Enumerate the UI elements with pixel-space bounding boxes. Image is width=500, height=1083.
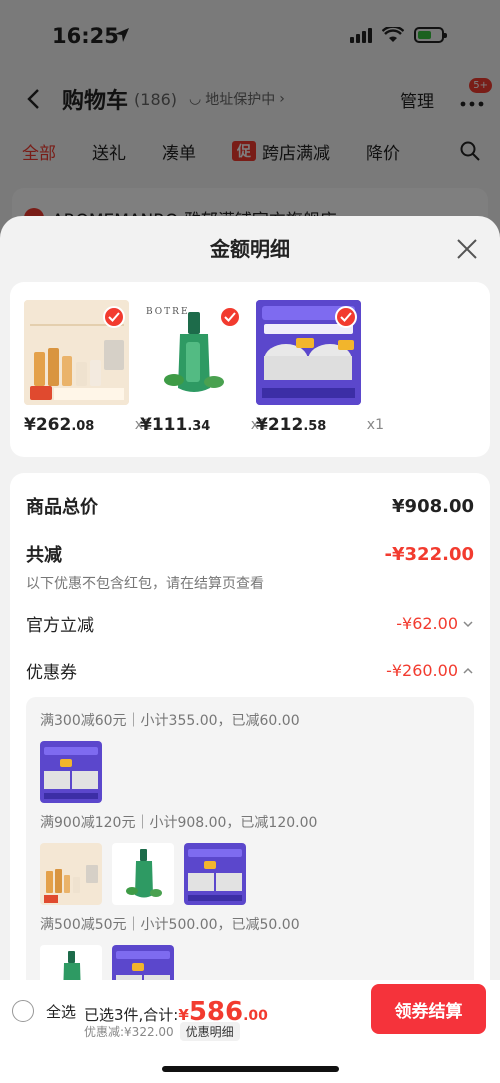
check-icon[interactable] bbox=[335, 306, 357, 328]
home-indicator bbox=[162, 1066, 339, 1072]
coupon-thumbs bbox=[40, 741, 460, 803]
reduce-label: 共减 bbox=[26, 545, 62, 566]
check-icon[interactable] bbox=[103, 306, 125, 328]
svg-text:BOTRE: BOTRE bbox=[146, 307, 190, 317]
price-dec: .34 bbox=[187, 419, 211, 434]
product-image bbox=[256, 300, 361, 405]
discount-line: 优惠减:¥322.00 优惠明细 bbox=[84, 1022, 240, 1041]
mud-mask-thumb bbox=[40, 741, 102, 803]
reduce-value: -¥322.00 bbox=[384, 543, 474, 565]
chevron-up-icon bbox=[463, 667, 473, 674]
checkout-bar: 全选 已选3件,合计: ¥ 586 .00 优惠减:¥322.00 优惠明细 领… bbox=[0, 980, 500, 1083]
coupon-value: -¥260.00 bbox=[386, 661, 458, 680]
product-price: ¥262 .08 x1 bbox=[24, 415, 152, 435]
skincare-set-thumb bbox=[40, 843, 102, 905]
close-icon[interactable] bbox=[456, 238, 478, 260]
reduce-note: 以下优惠不包含红包，请在结算页查看 bbox=[26, 576, 264, 592]
coupon-rule: 满300减60元｜小计355.00，已减60.00 bbox=[40, 713, 300, 729]
mud-mask-thumb bbox=[184, 843, 246, 905]
coupon-rule: 满500减50元｜小计500.00，已减50.00 bbox=[40, 917, 300, 933]
product-image: BOTRE bbox=[140, 300, 245, 405]
price-dec: .58 bbox=[303, 419, 327, 434]
total-row: 商品总价 ¥908.00 bbox=[26, 493, 474, 519]
price-int: ¥111 bbox=[140, 415, 188, 435]
coupon-row[interactable]: 优惠券 -¥260.00 bbox=[26, 658, 474, 683]
sheet-title: 金额明细 bbox=[210, 237, 290, 261]
official-value: -¥62.00 bbox=[396, 614, 458, 633]
sheet-header: 金额明细 bbox=[0, 216, 500, 282]
coupon-label: 优惠券 bbox=[26, 663, 77, 683]
coupon-detail-box: 满300减60元｜小计355.00，已减60.00 满900减120元｜小计90… bbox=[26, 697, 474, 997]
official-row[interactable]: 官方立减 -¥62.00 bbox=[26, 611, 474, 636]
detail-chip[interactable]: 优惠明细 bbox=[179, 1022, 240, 1041]
amount-detail-card: 商品总价 ¥908.00 共减 -¥322.00 以下优惠不包含红包，请在结算页… bbox=[10, 473, 490, 1033]
total-value: ¥908.00 bbox=[392, 495, 474, 517]
checkout-button[interactable]: 领券结算 bbox=[371, 984, 486, 1034]
products-card: ¥262 .08 x1 BOTRE ¥111 .34 x1 ¥212 .58 x… bbox=[10, 282, 490, 457]
product-item[interactable]: BOTRE ¥111 .34 x1 bbox=[140, 300, 268, 457]
select-all-label[interactable]: 全选 bbox=[46, 1001, 76, 1022]
discount-amount: 优惠减:¥322.00 bbox=[84, 1025, 174, 1039]
product-item[interactable]: ¥262 .08 x1 bbox=[24, 300, 152, 457]
product-price: ¥212 .58 x1 bbox=[256, 415, 384, 435]
price-dec: .08 bbox=[71, 419, 95, 434]
coupon-value-wrap: -¥260.00 bbox=[386, 661, 474, 680]
product-item[interactable]: ¥212 .58 x1 bbox=[256, 300, 384, 457]
total-label: 商品总价 bbox=[26, 497, 98, 518]
product-price: ¥111 .34 x1 bbox=[140, 415, 268, 435]
coupon-rule: 满900减120元｜小计908.00，已减120.00 bbox=[40, 815, 318, 831]
check-icon[interactable] bbox=[219, 306, 241, 328]
serum-bottle-thumb bbox=[112, 843, 174, 905]
coupon-thumbs bbox=[40, 843, 460, 905]
product-image bbox=[24, 300, 129, 405]
price-int: ¥262 bbox=[24, 415, 72, 435]
chevron-down-icon bbox=[463, 620, 473, 627]
amount-detail-sheet: 金额明细 ¥262 .08 x1 BOTRE ¥111 .34 x1 ¥212 … bbox=[0, 216, 500, 1083]
product-qty: x1 bbox=[366, 417, 384, 433]
price-int: ¥212 bbox=[256, 415, 304, 435]
official-label: 官方立减 bbox=[26, 616, 94, 636]
total-dec: .00 bbox=[243, 1008, 268, 1024]
reduce-row: 共减 -¥322.00 bbox=[26, 541, 474, 567]
select-all-checkbox[interactable] bbox=[12, 1000, 34, 1022]
official-value-wrap: -¥62.00 bbox=[396, 614, 474, 633]
